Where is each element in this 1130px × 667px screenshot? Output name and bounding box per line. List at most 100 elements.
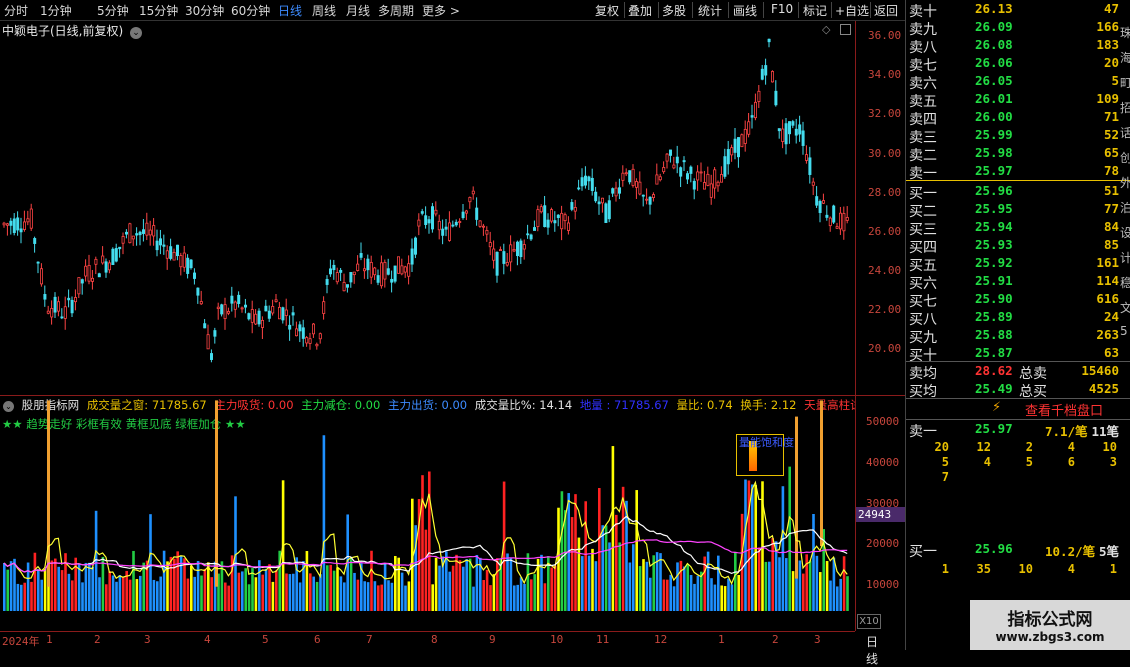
tab-60min[interactable]: 60分钟 <box>231 2 270 19</box>
sell-level-row[interactable]: 卖七 26.06 20 <box>909 55 1119 74</box>
sell-level-volume: 47 <box>1103 1 1119 16</box>
queue-cell: 3 <box>1109 455 1117 469</box>
buy-level-row[interactable]: 买五 25.92 161 <box>909 255 1119 274</box>
back-button[interactable]: 返回 <box>874 2 898 19</box>
stats-button[interactable]: 统计 <box>698 2 722 19</box>
price-tick: 26.00 <box>868 225 902 238</box>
sell-level-row[interactable]: 卖八 26.08 183 <box>909 37 1119 56</box>
total-sell-label: 总卖 <box>1019 366 1047 382</box>
buy-level-row[interactable]: 买三 25.94 84 <box>909 219 1119 238</box>
sell-level-volume: 5 <box>1111 73 1119 88</box>
buy-level-price: 25.92 <box>975 255 1013 270</box>
queue-cell: 5 <box>1025 455 1033 469</box>
queue-sell-per: 7.1/笔 <box>1045 424 1088 439</box>
buy-level-volume: 616 <box>1096 291 1119 306</box>
edge-char: 外 <box>1120 176 1130 190</box>
buy-level-volume: 24 <box>1103 309 1119 324</box>
date-tick: 7 <box>366 633 373 646</box>
thousand-level-button[interactable]: ⚡ 查看千档盘口 <box>906 400 1130 419</box>
tab-fenshi[interactable]: 分时 <box>4 2 28 19</box>
sell-level-row[interactable]: 卖一 25.97 78 <box>909 163 1119 182</box>
queue-cell: 6 <box>1067 455 1075 469</box>
buy-level-label: 买三 <box>909 222 937 238</box>
sell-avg-label: 卖均 <box>909 366 937 382</box>
fuquan-button[interactable]: 复权 <box>595 2 619 19</box>
date-tick: 5 <box>262 633 269 646</box>
saturation-label: 量能饱和度 <box>739 436 794 449</box>
price-tick: 30.00 <box>868 147 902 160</box>
period-badge[interactable]: 日线 <box>866 633 878 667</box>
overlay-button[interactable]: 叠加 <box>628 2 652 19</box>
buy-level-label: 买一 <box>909 186 937 202</box>
queue-row: 7 <box>909 470 1121 487</box>
mark-button[interactable]: 标记 <box>803 2 827 19</box>
total-buy-value: 4525 <box>1088 381 1119 396</box>
separator <box>658 2 659 18</box>
buy-level-row[interactable]: 买七 25.90 616 <box>909 291 1119 310</box>
queue-buy-count: 5笔 <box>1098 544 1119 559</box>
tab-more[interactable]: 更多 > <box>422 2 460 19</box>
buy-level-row[interactable]: 买一 25.96 51 <box>909 183 1119 202</box>
sell-level-row[interactable]: 卖五 26.01 109 <box>909 91 1119 110</box>
sell-level-row[interactable]: 卖九 26.09 166 <box>909 19 1119 38</box>
vol-tick: 20000 <box>866 537 900 550</box>
tab-15min[interactable]: 15分钟 <box>139 2 178 19</box>
sell-level-price: 25.99 <box>975 127 1013 142</box>
tab-daily[interactable]: 日线 <box>278 2 302 19</box>
buy-level-price: 25.90 <box>975 291 1013 306</box>
buy-level-row[interactable]: 买八 25.89 24 <box>909 309 1119 328</box>
edge-char: 海 <box>1120 51 1130 65</box>
date-tick: 4 <box>204 633 211 646</box>
tab-monthly[interactable]: 月线 <box>346 2 370 19</box>
watermark-title: 指标公式网 <box>1007 610 1093 630</box>
sell-level-price: 26.06 <box>975 55 1013 70</box>
separator <box>763 2 764 18</box>
sell-level-price: 26.09 <box>975 19 1013 34</box>
multi-stock-button[interactable]: 多股 <box>662 2 686 19</box>
sell-level-row[interactable]: 卖三 25.99 52 <box>909 127 1119 146</box>
buy-level-volume: 161 <box>1096 255 1119 270</box>
sell-level-volume: 78 <box>1103 163 1119 178</box>
volume-chart[interactable] <box>0 397 856 631</box>
tab-multi-period[interactable]: 多周期 <box>378 2 414 19</box>
buy-level-row[interactable]: 买六 25.91 114 <box>909 273 1119 292</box>
sell-level-row[interactable]: 卖六 26.05 5 <box>909 73 1119 92</box>
edge-char: 招 <box>1120 101 1130 115</box>
sell-level-volume: 71 <box>1103 109 1119 124</box>
sell-level-volume: 20 <box>1103 55 1119 70</box>
sell-level-price: 26.05 <box>975 73 1013 88</box>
sell-level-row[interactable]: 卖二 25.98 65 <box>909 145 1119 164</box>
buy-level-row[interactable]: 买四 25.93 85 <box>909 237 1119 256</box>
buy-level-volume: 114 <box>1096 273 1119 288</box>
date-tick: 2024年 <box>2 635 40 648</box>
tab-weekly[interactable]: 周线 <box>312 2 336 19</box>
queue-buy-label: 买一 <box>909 544 937 560</box>
date-tick: 3 <box>144 633 151 646</box>
sell-avg-value: 28.62 <box>975 363 1013 378</box>
sell-level-volume: 109 <box>1096 91 1119 106</box>
draw-line-button[interactable]: 画线 <box>733 2 757 19</box>
buy-level-price: 25.89 <box>975 309 1013 324</box>
tab-30min[interactable]: 30分钟 <box>185 2 224 19</box>
sell-level-row[interactable]: 卖十 26.13 47 <box>909 1 1119 20</box>
vol-tick: 10000 <box>866 578 900 591</box>
tab-1min[interactable]: 1分钟 <box>40 2 72 19</box>
buy-level-label: 买五 <box>909 258 937 274</box>
sell-avg-row: 卖均 28.62 总卖 15460 <box>909 363 1119 382</box>
sell-level-row[interactable]: 卖四 26.00 71 <box>909 109 1119 128</box>
x10-label[interactable]: X10 <box>857 614 881 629</box>
separator <box>798 2 799 18</box>
tab-5min[interactable]: 5分钟 <box>97 2 129 19</box>
f10-button[interactable]: F10 <box>771 2 793 16</box>
queue-cell: 35 <box>976 562 991 576</box>
date-tick: 8 <box>431 633 438 646</box>
buy-level-price: 25.87 <box>975 345 1013 360</box>
add-watchlist-button[interactable]: +自选 <box>835 2 869 19</box>
buy-level-row[interactable]: 买九 25.88 263 <box>909 327 1119 346</box>
candlestick-chart[interactable] <box>0 21 856 396</box>
buy-level-label: 买十 <box>909 348 937 364</box>
buy-level-row[interactable]: 买二 25.95 77 <box>909 201 1119 220</box>
edge-char: 计 <box>1120 251 1130 265</box>
edge-char: 话 <box>1120 126 1130 140</box>
queue-sell-header: 卖一 25.97 7.1/笔 11笔 <box>909 421 1119 440</box>
